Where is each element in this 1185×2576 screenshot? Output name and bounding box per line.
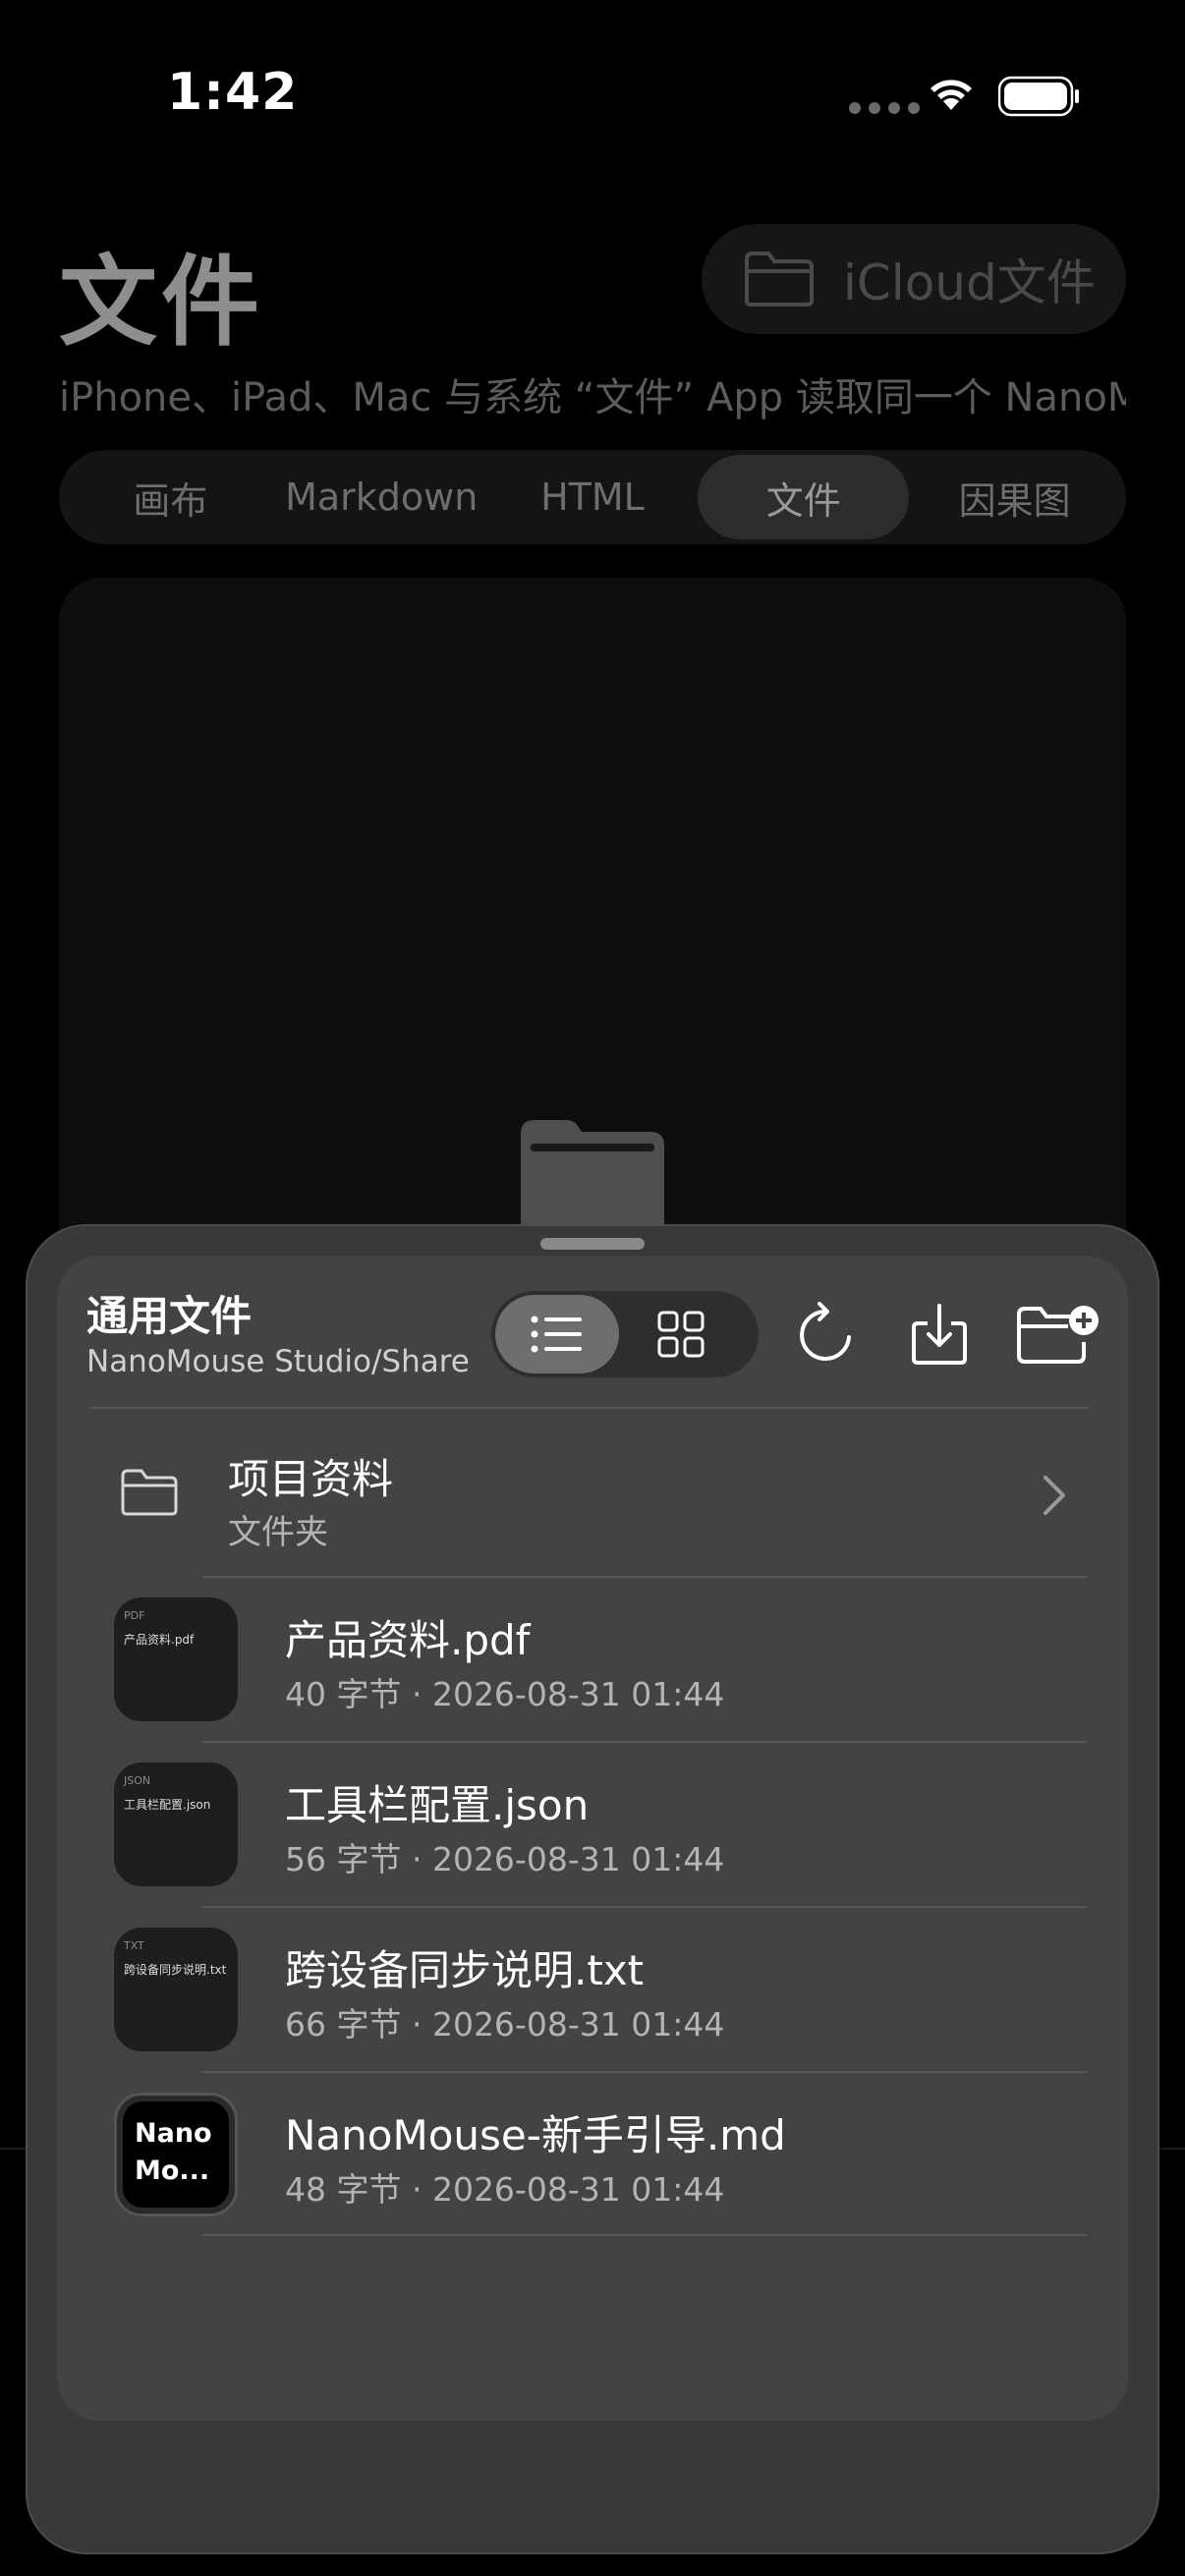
thumbnail-filename: 产品资料.pdf	[124, 1633, 195, 1647]
sheet-grabber[interactable]	[540, 1238, 645, 1250]
folder-row[interactable]: 项目资料 文件夹	[90, 1411, 1087, 1578]
folder-add-icon	[1017, 1306, 1099, 1364]
file-thumbnail: TXT 跨设备同步说明.txt	[114, 1928, 238, 2051]
refresh-icon	[800, 1302, 851, 1361]
panel-path: NanoMouse Studio/Share	[86, 1344, 470, 1379]
file-meta: 66 字节 · 2026-08-31 01:44	[285, 2005, 725, 2044]
list-view-button[interactable]	[495, 1295, 619, 1373]
list-icon	[531, 1316, 582, 1353]
refresh-button[interactable]	[784, 1293, 867, 1375]
tab-causal-graph[interactable]: 因果图	[909, 455, 1120, 539]
file-row[interactable]: JSON 工具栏配置.json 工具栏配置.json 56 字节 · 2026-…	[90, 1743, 1087, 1906]
thumbnail-preview: Nano Mo...	[123, 2101, 229, 2208]
file-meta: 40 字节 · 2026-08-31 01:44	[285, 1675, 725, 1713]
thumbnail-text: Nano	[135, 2118, 212, 2149]
file-thumbnail: JSON 工具栏配置.json	[114, 1763, 238, 1886]
import-button[interactable]	[898, 1293, 981, 1375]
file-name: 跨设备同步说明.txt	[285, 1946, 645, 1994]
tab-files[interactable]: 文件	[698, 455, 910, 539]
divider	[90, 1407, 1089, 1409]
thumbnail-filename: 工具栏配置.json	[124, 1798, 211, 1812]
folder-icon	[745, 252, 814, 307]
thumbnail-type: TXT	[124, 1939, 144, 1952]
chevron-right-icon	[1044, 1476, 1065, 1515]
thumbnail-type: PDF	[124, 1609, 145, 1622]
file-meta: 48 字节 · 2026-08-31 01:44	[285, 2170, 725, 2209]
icloud-files-button[interactable]: iCloud文件	[702, 224, 1126, 334]
thumbnail-text: Mo...	[135, 2156, 210, 2186]
divider	[202, 2234, 1087, 2236]
grid-view-button[interactable]	[619, 1295, 743, 1373]
status-time: 1:42	[167, 63, 299, 122]
file-name: NanoMouse-新手引导.md	[285, 2111, 786, 2159]
view-mode-toggle	[491, 1291, 759, 1377]
folder-icon	[521, 1120, 664, 1234]
folder-kind: 文件夹	[228, 1513, 328, 1552]
file-row[interactable]: TXT 跨设备同步说明.txt 跨设备同步说明.txt 66 字节 · 2026…	[90, 1908, 1087, 2071]
file-row[interactable]: PDF 产品资料.pdf 产品资料.pdf 40 字节 · 2026-08-31…	[90, 1578, 1087, 1741]
folder-icon	[121, 1469, 178, 1516]
page-title: 文件	[59, 245, 263, 360]
file-name: 产品资料.pdf	[285, 1616, 531, 1664]
file-thumbnail: PDF 产品资料.pdf	[114, 1597, 238, 1721]
tab-html[interactable]: HTML	[487, 455, 699, 539]
tab-markdown[interactable]: Markdown	[276, 455, 487, 539]
mode-segmented-control: 画布 Markdown HTML 文件 因果图	[59, 450, 1126, 544]
file-name: 工具栏配置.json	[285, 1781, 590, 1829]
tab-canvas[interactable]: 画布	[65, 455, 276, 539]
grid-icon	[657, 1311, 705, 1358]
page-subtitle: iPhone、iPad、Mac 与系统 “文件” App 读取同一个 NanoM…	[59, 375, 1126, 420]
cellular-signal-icon	[849, 102, 920, 114]
download-icon	[912, 1304, 967, 1365]
icloud-files-label: iCloud文件	[843, 254, 1096, 311]
thumbnail-filename: 跨设备同步说明.txt	[124, 1963, 227, 1977]
folder-name: 项目资料	[228, 1455, 394, 1503]
file-row[interactable]: Nano Mo... NanoMouse-新手引导.md 48 字节 · 202…	[90, 2073, 1087, 2236]
file-meta: 56 字节 · 2026-08-31 01:44	[285, 1840, 725, 1878]
panel-title: 通用文件	[86, 1292, 253, 1340]
battery-icon	[998, 76, 1079, 117]
thumbnail-type: JSON	[124, 1774, 151, 1787]
file-thumbnail: Nano Mo...	[114, 2093, 238, 2216]
new-folder-button[interactable]	[1012, 1293, 1102, 1375]
wifi-icon	[931, 80, 972, 110]
